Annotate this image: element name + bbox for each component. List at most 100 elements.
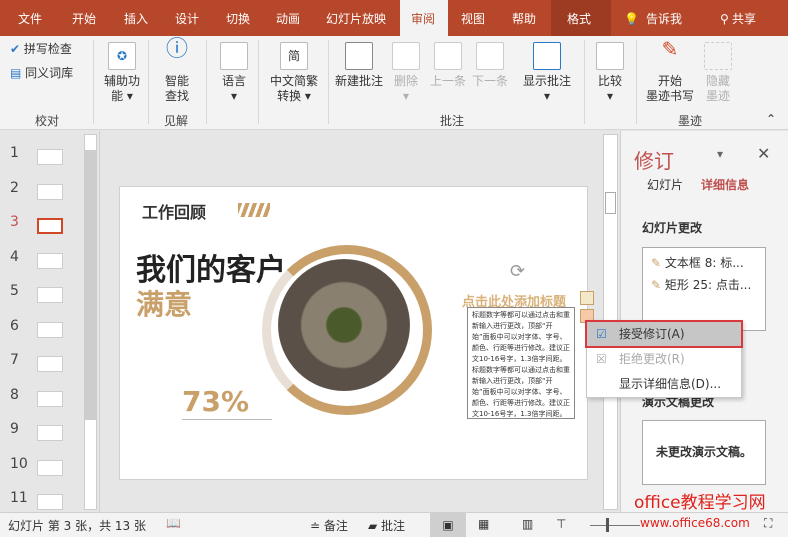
group-proofing: 校对 [35, 114, 60, 128]
next-comment-button[interactable]: 下一条 [470, 42, 510, 89]
slide-thumbnail[interactable] [37, 218, 63, 234]
slide-scroll-thumb[interactable] [605, 192, 616, 214]
check-icon: ☑ [596, 327, 607, 341]
slide-thumbnail[interactable] [37, 390, 63, 407]
normal-view-icon[interactable]: ▣ [430, 513, 466, 537]
compare-icon [596, 42, 624, 70]
show-comments-button[interactable]: 显示批注 ▾ [518, 42, 576, 104]
accept-revision-item[interactable]: ☑ 接受修订(A) [585, 320, 743, 348]
tab-animations[interactable]: 动画 [268, 0, 308, 36]
stadium-photo [278, 259, 410, 391]
slide-thumbnail[interactable] [37, 356, 63, 372]
thumbnail-number: 4 [10, 248, 19, 265]
status-bar: 幻灯片 第 3 张，共 13 张 📖 ≐ 备注 ▰ 批注 ▣ ▦ ▥ ⊤ www… [0, 512, 788, 537]
ribbon-tab-bar: 文件 开始 插入 设计 切换 动画 幻灯片放映 审阅 视图 帮助 格式 💡 告诉… [0, 0, 788, 36]
spell-check-button[interactable]: ✔ 拼写检查 [10, 42, 72, 57]
collapse-ribbon-button[interactable]: ⌃ [766, 112, 776, 127]
start-inking-button[interactable]: ✎ 开始 墨迹书写 [642, 39, 698, 104]
tab-slides[interactable]: 幻灯片 [647, 176, 683, 193]
slide-sorter-icon[interactable]: ▦ [478, 517, 489, 531]
revision-icon: ✎ [651, 256, 662, 270]
zoom-slider[interactable] [590, 525, 640, 526]
tab-file[interactable]: 文件 [10, 0, 50, 36]
rotate-handle-icon[interactable]: ⟳ [510, 261, 525, 282]
delete-comment-icon [392, 42, 420, 70]
thumbnail-number: 7 [10, 352, 19, 368]
tell-me[interactable]: 告诉我 [638, 0, 690, 36]
slide-thumbnail[interactable] [37, 494, 63, 510]
tab-details[interactable]: 详细信息 [701, 176, 749, 193]
tab-format[interactable]: 格式 [551, 0, 611, 36]
slide-thumbnail[interactable] [37, 149, 63, 165]
slide-canvas[interactable]: 工作回顾 我们的客户 满意 73% ⟳ 点击此处添加标题 标题数字等都可以通过点… [119, 186, 594, 480]
thesaurus-button[interactable]: ▤ 同义词库 [10, 66, 73, 81]
convert-icon: 简 [280, 42, 308, 70]
thumbnail-number: 10 [10, 455, 28, 472]
language-button[interactable]: 语言 ▾ [212, 42, 256, 104]
thumbnail-number: 9 [10, 421, 19, 437]
chinese-convert-button[interactable]: 简中文简繁 转换 ▾ [264, 42, 324, 104]
thumbnail-number: 6 [10, 317, 19, 334]
revision-icon: ✎ [651, 278, 662, 292]
spelling-icon[interactable]: 📖 [166, 516, 181, 530]
thumbnail-number: 1 [10, 145, 19, 161]
zoom-slider-thumb[interactable] [606, 518, 609, 532]
language-icon [220, 42, 248, 70]
hide-ink-icon [704, 42, 732, 70]
pane-options-icon[interactable]: ▾ [717, 147, 723, 161]
slide-thumbnail[interactable] [37, 252, 63, 269]
thumbnail-number: 5 [10, 283, 19, 299]
slide-thumbnail[interactable] [37, 183, 63, 200]
reading-view-icon[interactable]: ▥ [522, 517, 533, 531]
hide-ink-button[interactable]: 隐藏 墨迹 [700, 42, 736, 104]
selected-textbox[interactable]: 标题数字等都可以通过点击和重新输入进行更改，顶部“开始”面板中可以对字体、字号、… [467, 307, 575, 419]
show-comments-icon [533, 42, 561, 70]
tab-help[interactable]: 帮助 [504, 0, 544, 36]
watermark-url: www.office68.com [640, 516, 750, 530]
notes-button[interactable]: ≐ 备注 [310, 517, 348, 534]
reject-change-item[interactable]: ☒ 拒绝更改(R) [587, 347, 741, 371]
share-button[interactable]: 共享 [728, 0, 764, 36]
slide-subtitle: 满意 [136, 288, 193, 321]
context-menu: ☑ 接受修订(A) ☒ 拒绝更改(R) 显示详细信息(D)... [585, 320, 743, 398]
book-icon: ▤ [10, 66, 22, 80]
reject-icon: ☒ [596, 352, 607, 366]
close-icon[interactable]: ✕ [757, 144, 770, 163]
thumbnail-number: 8 [10, 386, 19, 403]
accessibility-button[interactable]: ✪ 辅助功能 ▾ [100, 42, 144, 104]
tab-view[interactable]: 视图 [453, 0, 493, 36]
fit-slide-icon[interactable]: ⛶ [764, 516, 772, 531]
group-ink: 墨迹 [678, 114, 703, 128]
slide-info: 幻灯片 第 3 张，共 13 张 [8, 519, 146, 533]
magnifier-icon: ⓘ [165, 37, 188, 62]
slide-thumbnail[interactable] [37, 425, 63, 441]
underline [182, 419, 272, 420]
tab-slideshow[interactable]: 幻灯片放映 [318, 0, 394, 36]
show-details-item[interactable]: 显示详细信息(D)... [587, 372, 741, 396]
slide-changes-list: ✎ 文本框 8: 标... ✎ 矩形 25: 点击... [642, 247, 766, 331]
comments-button[interactable]: ▰ 批注 [368, 517, 405, 534]
tab-transitions[interactable]: 切换 [218, 0, 258, 36]
change-item[interactable]: ✎ 矩形 25: 点击... [643, 274, 765, 296]
smart-lookup-button[interactable]: ⓘ 智能 查找 [155, 37, 199, 104]
tab-home[interactable]: 开始 [64, 0, 104, 36]
tab-review[interactable]: 审阅 [400, 0, 448, 36]
no-changes-message: 未更改演示文稿。 [642, 420, 766, 485]
thumbnail-number: 11 [10, 490, 28, 506]
new-comment-button[interactable]: 新建批注 [332, 42, 386, 89]
delete-comment-button[interactable]: 删除 ▾ [388, 42, 424, 104]
tab-design[interactable]: 设计 [167, 0, 207, 36]
group-insights: 见解 [164, 114, 189, 128]
compare-button[interactable]: 比较 ▾ [590, 42, 630, 104]
slide-thumbnail[interactable] [37, 287, 63, 303]
stripes-decoration [238, 203, 270, 217]
thumbnail-number: 2 [10, 179, 19, 196]
slide-changes-label: 幻灯片更改 [642, 221, 703, 235]
tab-insert[interactable]: 插入 [116, 0, 156, 36]
slideshow-icon[interactable]: ⊤ [556, 517, 566, 531]
previous-comment-button[interactable]: 上一条 [428, 42, 468, 89]
slide-thumbnail[interactable] [37, 459, 63, 476]
thumbnail-scroll-thumb[interactable] [85, 150, 96, 420]
revision-marker-icon[interactable] [580, 291, 594, 305]
slide-thumbnail[interactable] [37, 321, 63, 338]
